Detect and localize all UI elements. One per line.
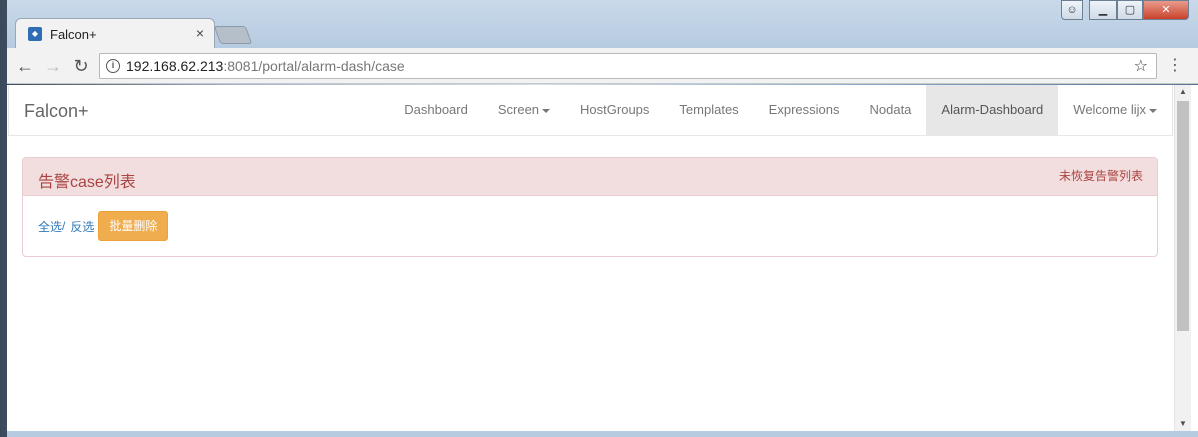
- caret-down-icon: [542, 108, 551, 113]
- nav-item-label: Expressions: [768, 102, 840, 117]
- browser-menu-icon[interactable]: ⋮: [1167, 56, 1183, 76]
- select-all-link[interactable]: 全选: [38, 218, 62, 235]
- user-profile-icon[interactable]: ☺: [1061, 0, 1083, 20]
- reload-icon[interactable]: ↻: [71, 56, 91, 76]
- new-tab-button[interactable]: [213, 26, 253, 44]
- nav-item-alarm-dashboard[interactable]: Alarm-Dashboard: [926, 85, 1059, 135]
- nav-item-label: Screen: [497, 102, 540, 117]
- tab-title: Falcon+: [50, 27, 97, 42]
- nav-item-nodata[interactable]: Nodata: [854, 85, 926, 135]
- link-separator: /: [62, 219, 66, 233]
- nav-menu: Dashboard Screen HostGroups Templates Ex…: [389, 85, 1172, 135]
- scrollbar-thumb[interactable]: [1177, 101, 1189, 331]
- info-icon[interactable]: i: [106, 59, 120, 73]
- app-navbar: Falcon+ Dashboard Screen HostGroups Temp…: [8, 85, 1173, 136]
- favicon-icon: ◆: [28, 27, 42, 41]
- tab-strip: ◆ Falcon+ × ☺ ▁ ▢ ✕: [7, 0, 1198, 48]
- page-viewport: Falcon+ Dashboard Screen HostGroups Temp…: [7, 85, 1198, 431]
- tab-close-icon[interactable]: ×: [196, 25, 204, 41]
- brand-logo[interactable]: Falcon+: [24, 101, 89, 122]
- url-text: 192.168.62.213:8081/portal/alarm-dash/ca…: [126, 58, 405, 74]
- browser-tab[interactable]: ◆ Falcon+ ×: [15, 18, 215, 48]
- caret-down-icon: [1149, 108, 1157, 113]
- nav-item-label: Templates: [679, 102, 739, 117]
- url-path: :8081/portal/alarm-dash/case: [223, 58, 405, 74]
- close-window-button[interactable]: ✕: [1143, 0, 1189, 20]
- back-arrow-icon[interactable]: ←: [15, 56, 35, 76]
- url-host: 192.168.62.213: [126, 58, 224, 74]
- browser-window: ◆ Falcon+ × ☺ ▁ ▢ ✕ ← → ↻ i 192.168.62.2…: [7, 0, 1198, 437]
- scroll-up-arrow-icon[interactable]: ▲: [1175, 85, 1191, 99]
- nav-item-dashboard[interactable]: Dashboard: [389, 85, 483, 135]
- panel-heading: 告警case列表 未恢复告警列表: [23, 158, 1157, 196]
- nav-item-label: Dashboard: [404, 102, 468, 117]
- unrecovered-alarms-link[interactable]: 未恢复告警列表: [1059, 167, 1143, 184]
- minimize-button[interactable]: ▁: [1089, 0, 1117, 20]
- nav-item-templates[interactable]: Templates: [664, 85, 753, 135]
- bookmark-star-icon[interactable]: ☆: [1134, 56, 1148, 76]
- maximize-button[interactable]: ▢: [1117, 0, 1143, 20]
- invert-selection-link[interactable]: 反选: [70, 218, 94, 235]
- browser-toolbar: ← → ↻ i 192.168.62.213:8081/portal/alarm…: [7, 48, 1198, 84]
- panel-body: 全选 / 反选 批量删除: [38, 211, 169, 241]
- window-bottom-border: [7, 431, 1198, 437]
- alarm-case-panel: 告警case列表 未恢复告警列表 全选 / 反选 批量删除: [22, 157, 1158, 257]
- nav-item-expressions[interactable]: Expressions: [754, 85, 855, 135]
- scroll-down-arrow-icon[interactable]: ▼: [1175, 417, 1191, 431]
- nav-item-label: Nodata: [869, 102, 912, 117]
- nav-item-screen[interactable]: Screen: [483, 85, 565, 135]
- nav-item-label: Welcome lijx: [1073, 102, 1146, 117]
- nav-item-label: Alarm-Dashboard: [941, 102, 1044, 117]
- panel-title: 告警case列表: [38, 174, 136, 191]
- nav-item-user-menu[interactable]: Welcome lijx: [1058, 85, 1172, 135]
- address-bar[interactable]: i 192.168.62.213:8081/portal/alarm-dash/…: [99, 53, 1157, 79]
- batch-delete-button[interactable]: 批量删除: [98, 211, 169, 241]
- vertical-scrollbar[interactable]: ▲ ▼: [1174, 85, 1191, 431]
- nav-item-hostgroups[interactable]: HostGroups: [565, 85, 664, 135]
- forward-arrow-icon[interactable]: →: [43, 56, 63, 76]
- nav-item-label: HostGroups: [580, 102, 650, 117]
